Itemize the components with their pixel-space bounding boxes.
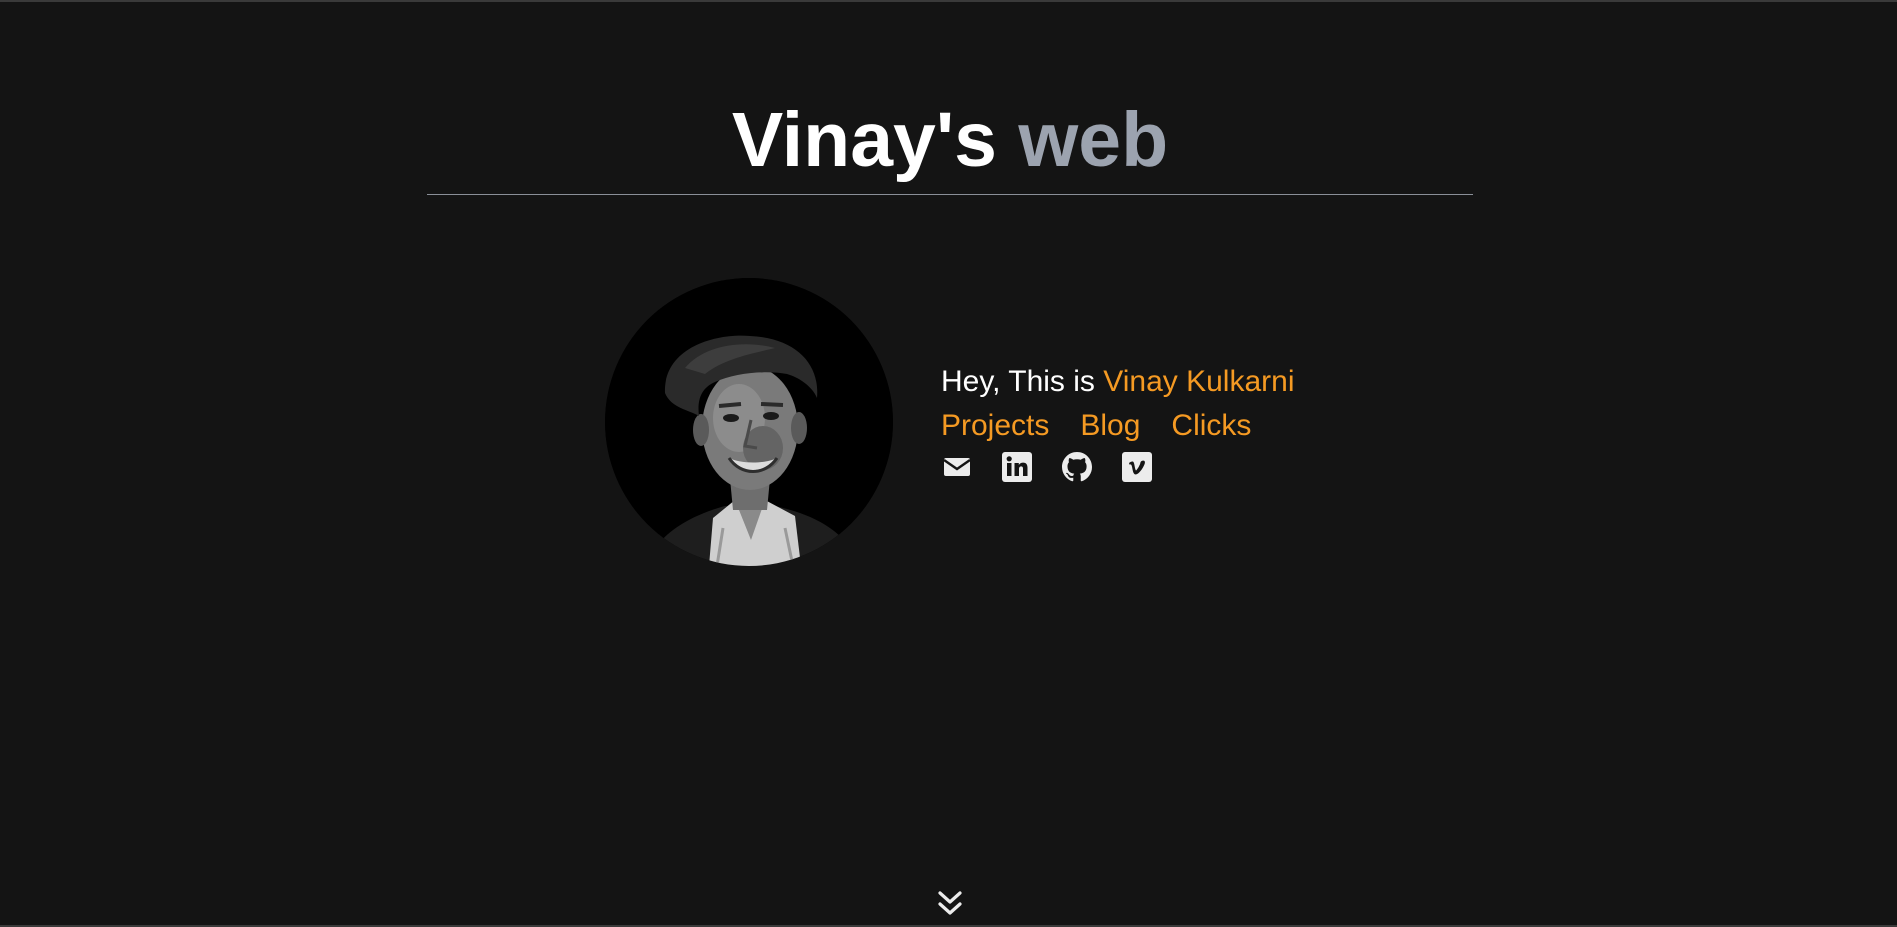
site-header: Vinay's web: [427, 96, 1473, 195]
chevrons-down-icon: [938, 891, 962, 915]
page: Vinay's web Hey, This is Vinay Kulkarni …: [0, 0, 1897, 927]
nav-link-projects[interactable]: Projects: [941, 404, 1049, 448]
mail-icon: [943, 458, 971, 476]
vimeo-icon: [1122, 452, 1152, 482]
nav-link-clicks[interactable]: Clicks: [1171, 404, 1251, 448]
greeting: Hey, This is Vinay Kulkarni: [941, 360, 1295, 404]
linkedin-icon: [1002, 452, 1032, 482]
site-title: Vinay's web: [427, 96, 1473, 184]
site-title-main: Vinay's: [731, 97, 997, 183]
social-links: [941, 451, 1295, 483]
nav-link-blog[interactable]: Blog: [1080, 404, 1140, 448]
vimeo-link[interactable]: [1121, 451, 1153, 483]
linkedin-link[interactable]: [1001, 451, 1033, 483]
intro-block: Hey, This is Vinay Kulkarni Projects Blo…: [941, 360, 1295, 483]
greeting-text: Hey, This is: [941, 365, 1104, 398]
scroll-down-button[interactable]: [937, 890, 963, 918]
site-title-accent: web: [1018, 97, 1169, 183]
name-link[interactable]: Vinay Kulkarni: [1103, 365, 1294, 398]
main-nav: Projects Blog Clicks: [941, 404, 1295, 448]
avatar: [605, 278, 893, 566]
mail-link[interactable]: [941, 451, 973, 483]
github-link[interactable]: [1061, 451, 1093, 483]
portrait-avatar-image: [605, 278, 893, 566]
github-icon: [1062, 452, 1092, 482]
